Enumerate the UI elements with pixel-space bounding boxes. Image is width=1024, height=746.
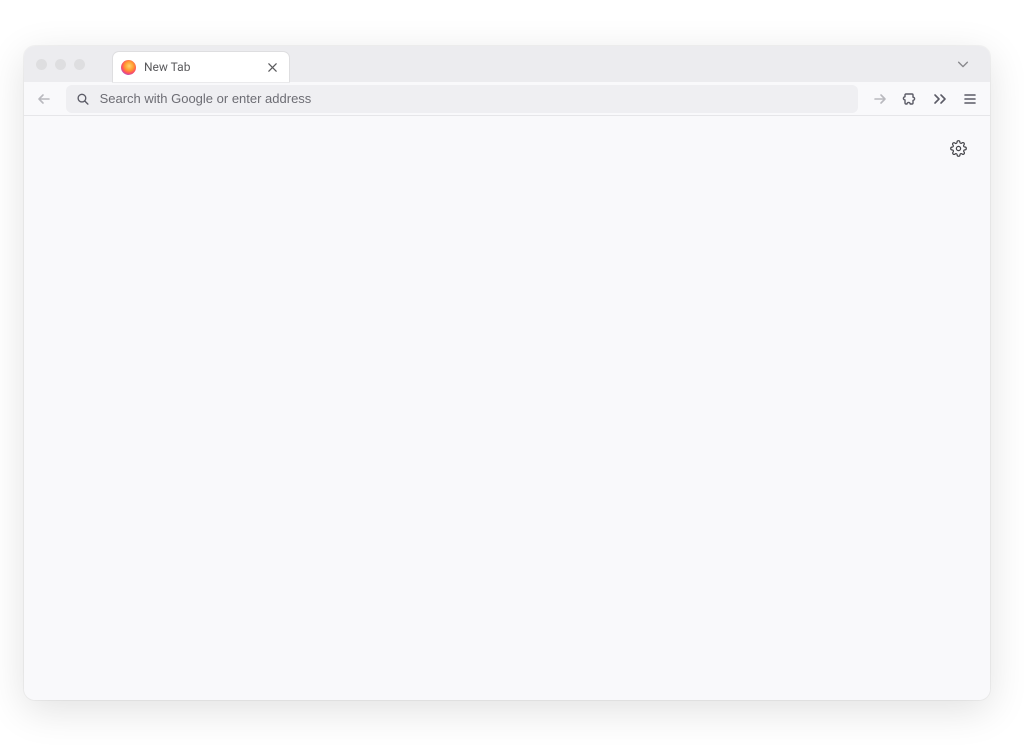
tab-close-button[interactable] <box>263 58 281 76</box>
firefox-favicon-icon <box>121 60 136 75</box>
personalize-new-tab-button[interactable] <box>944 134 972 162</box>
overflow-menu-button[interactable] <box>926 85 954 113</box>
chevron-down-icon <box>956 57 970 71</box>
window-close-button[interactable] <box>36 59 47 70</box>
tab-strip: New Tab <box>113 46 289 82</box>
toolbar-right <box>866 85 984 113</box>
address-input[interactable] <box>100 91 848 106</box>
puzzle-piece-icon <box>902 91 918 107</box>
chevrons-right-icon <box>932 91 948 107</box>
arrow-left-icon <box>36 91 52 107</box>
search-icon <box>76 92 90 106</box>
window-controls <box>24 59 85 70</box>
gear-icon <box>950 140 967 157</box>
app-menu-button[interactable] <box>956 85 984 113</box>
arrow-right-icon <box>872 91 888 107</box>
tab-new-tab[interactable]: New Tab <box>113 52 289 82</box>
window-minimize-button[interactable] <box>55 59 66 70</box>
titlebar: New Tab <box>24 46 990 82</box>
back-button[interactable] <box>30 85 58 113</box>
hamburger-icon <box>962 91 978 107</box>
url-bar[interactable] <box>66 85 858 113</box>
browser-window: New Tab <box>24 46 990 700</box>
list-all-tabs-button[interactable] <box>948 46 978 82</box>
close-icon <box>267 62 278 73</box>
tab-title: New Tab <box>144 60 255 74</box>
extensions-button[interactable] <box>896 85 924 113</box>
forward-button[interactable] <box>866 85 894 113</box>
new-tab-content <box>24 116 990 700</box>
navigation-toolbar <box>24 82 990 116</box>
window-zoom-button[interactable] <box>74 59 85 70</box>
